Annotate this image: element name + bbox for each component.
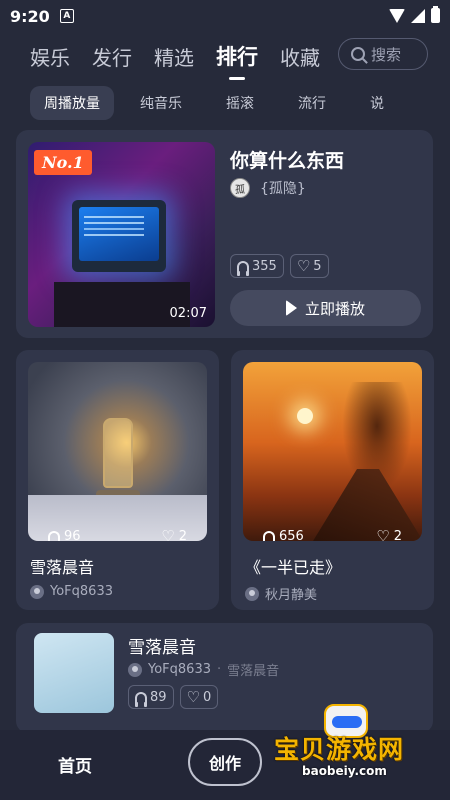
- site-watermark: 宝贝游戏网 baobeiy.com: [274, 700, 434, 790]
- headphone-icon: [48, 531, 60, 541]
- search-icon: [351, 47, 365, 61]
- sub-tabs: 周播放量 纯音乐 摇滚 流行 说: [0, 86, 450, 120]
- song-card[interactable]: 656 ♡ 2 《一半已走》 秋月静美: [231, 350, 434, 610]
- heart-icon: ♡: [376, 527, 390, 542]
- watermark-url: baobeiy.com: [302, 764, 387, 778]
- cover-stats: 656 ♡ 2: [263, 529, 402, 541]
- rank-badge: No.1: [34, 150, 92, 175]
- album-name: 雪落晨音: [227, 664, 280, 679]
- like-button[interactable]: ♡ 5: [289, 254, 329, 278]
- subtab-rock[interactable]: 摇滚: [226, 93, 254, 113]
- featured-stats: 355 ♡ 5: [230, 254, 329, 278]
- song-author[interactable]: YoFq8633: [30, 584, 113, 599]
- subtab-rap[interactable]: 说: [370, 93, 384, 113]
- author-name: YoFq8633: [50, 584, 113, 599]
- featured-cover-image[interactable]: No.1 02:07: [28, 142, 215, 327]
- subtab-weekly-plays[interactable]: 周播放量: [30, 86, 114, 120]
- play-count-pill: 89: [128, 685, 174, 709]
- tab-favorites[interactable]: 收藏: [280, 42, 320, 71]
- tab-featured[interactable]: 精选: [154, 42, 194, 71]
- song-title[interactable]: 雪落晨音: [128, 633, 196, 658]
- featured-artist[interactable]: 孤 {孤隐}: [230, 178, 306, 198]
- duration-label: 02:07: [169, 306, 207, 321]
- heart-icon: ♡: [296, 256, 311, 275]
- signal-icon: [411, 8, 425, 23]
- song-cover-image[interactable]: [34, 633, 114, 713]
- headphone-icon: [135, 691, 147, 707]
- artist-name: {孤隐}: [260, 181, 306, 197]
- play-count: 96: [64, 529, 81, 541]
- user-avatar-icon: [245, 586, 259, 601]
- user-icon: [30, 584, 44, 599]
- notification-icon: A: [59, 9, 74, 23]
- play-icon: [285, 300, 297, 316]
- play-count-pill: 355: [230, 254, 284, 278]
- status-time: 9:20: [10, 6, 50, 26]
- cover-stats: 96 ♡ 2: [48, 529, 187, 541]
- top-tabs: 娱乐 发行 精选 排行 收藏 搜索: [0, 36, 450, 76]
- tab-release[interactable]: 发行: [92, 42, 132, 71]
- song-cover-image[interactable]: 96 ♡ 2: [28, 362, 207, 541]
- heart-icon: ♡: [186, 687, 200, 706]
- song-title[interactable]: 《一半已走》: [245, 554, 341, 578]
- subtab-instrumental[interactable]: 纯音乐: [140, 93, 182, 113]
- lantern-illustration: [103, 418, 133, 488]
- like-button[interactable]: ♡ 0: [179, 685, 219, 709]
- subtab-pop[interactable]: 流行: [298, 93, 326, 113]
- create-button[interactable]: 创作: [188, 738, 262, 786]
- song-title[interactable]: 雪落晨音: [30, 554, 94, 578]
- heart-icon: ♡: [161, 527, 175, 542]
- sun-illustration: [297, 408, 313, 424]
- search-placeholder: 搜索: [371, 45, 402, 64]
- author-name: YoFq8633: [148, 662, 211, 677]
- play-now-label: 立即播放: [304, 299, 365, 318]
- like-count: 0: [203, 689, 212, 705]
- play-count: 656: [279, 529, 304, 541]
- song-author[interactable]: 秋月静美: [245, 584, 317, 603]
- status-icons: [389, 6, 440, 23]
- battery-icon: [431, 6, 440, 23]
- song-stats: 89 ♡ 0: [128, 685, 219, 709]
- wifi-icon: [389, 8, 405, 23]
- featured-song-card[interactable]: No.1 02:07 你算什么东西 孤 {孤隐} 355 ♡ 5 立即播放: [16, 130, 433, 338]
- song-author[interactable]: YoFq8633 · 雪落晨音: [128, 660, 279, 679]
- separator: ·: [216, 662, 222, 677]
- tab-ranking[interactable]: 排行: [216, 41, 258, 71]
- artist-avatar: 孤: [230, 178, 250, 198]
- tab-entertainment[interactable]: 娱乐: [30, 42, 70, 71]
- play-count: 355: [252, 258, 277, 274]
- play-now-button[interactable]: 立即播放: [230, 290, 421, 326]
- user-icon: [128, 662, 142, 677]
- status-bar: 9:20 A: [0, 0, 450, 32]
- song-cover-image[interactable]: 656 ♡ 2: [243, 362, 422, 541]
- nav-home[interactable]: 首页: [58, 752, 92, 777]
- like-count: 2: [393, 529, 402, 541]
- headphone-icon: [263, 531, 275, 541]
- featured-song-title[interactable]: 你算什么东西: [230, 146, 344, 173]
- song-card[interactable]: 96 ♡ 2 雪落晨音 YoFq8633: [16, 350, 219, 610]
- monitor-illustration: [72, 200, 166, 272]
- watermark-text: 宝贝游戏网: [274, 735, 405, 764]
- search-input[interactable]: 搜索: [338, 38, 428, 70]
- like-count: 5: [313, 258, 322, 274]
- author-name: 秋月静美: [265, 588, 318, 603]
- play-count: 89: [150, 689, 167, 705]
- headphone-icon: [237, 260, 249, 276]
- like-count: 2: [178, 529, 187, 541]
